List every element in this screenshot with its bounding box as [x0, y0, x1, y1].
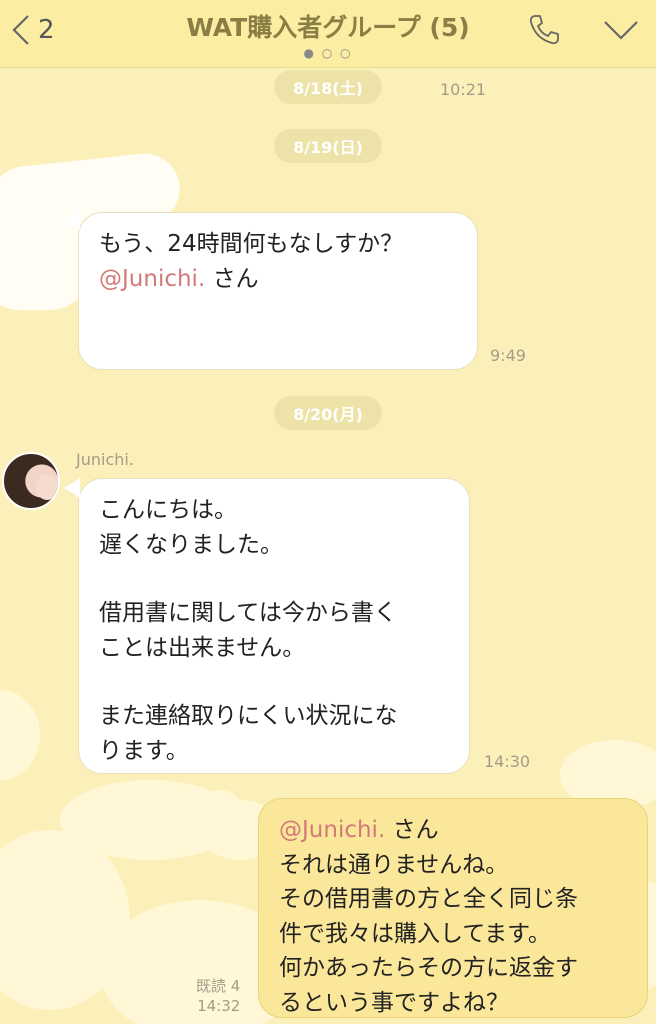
message-text: 借用書に関しては今から書く	[99, 600, 397, 626]
chevron-down-icon[interactable]	[602, 14, 640, 44]
message-text: もう、24時間何もなしすか？	[99, 231, 404, 257]
page-indicator: ● ○ ○	[303, 46, 353, 60]
message-text: @Junichi. さん	[99, 262, 457, 297]
bubble-tail	[64, 478, 80, 498]
message-text	[99, 665, 449, 699]
message-time: 10:21	[440, 80, 487, 99]
date-separator: 8/19(日)	[274, 129, 382, 163]
date-separator: 8/18(土)	[274, 70, 382, 104]
message-text: @Junichi. さん	[279, 813, 627, 848]
message-text: また連絡取りにくい状況にな	[99, 703, 398, 729]
chat-header: 2 WAT購入者グループ (5) ● ○ ○	[0, 0, 656, 68]
bubble-tail	[64, 210, 80, 230]
read-receipt: 既読 4 14:32	[196, 976, 240, 1017]
message-text: こんにちは。	[99, 497, 237, 523]
background-cloud	[0, 690, 40, 780]
read-count: 既読 4	[196, 977, 241, 995]
mention-suffix: さん	[385, 817, 439, 843]
avatar-face	[36, 474, 58, 500]
message-time: 14:32	[197, 997, 241, 1016]
date-label: 8/18(土)	[293, 79, 363, 98]
phone-icon[interactable]	[526, 12, 562, 48]
mention-link[interactable]: @Junichi.	[279, 817, 385, 843]
mention-link[interactable]: @Junichi.	[99, 266, 205, 292]
message-text: ことは出来ません。	[99, 634, 306, 661]
message-text: 何かあったらその方に返金す	[279, 955, 578, 981]
message-text: その借用書の方と全く同じ条	[279, 886, 578, 912]
message-text: 遅くなりました。	[99, 531, 283, 558]
message-bubble[interactable]: もう、24時間何もなしすか？ @Junichi. さん	[78, 212, 478, 370]
date-label: 8/19(日)	[293, 138, 363, 157]
sender-name: Junichi.	[76, 450, 134, 469]
message-bubble[interactable]: こんにちは。 遅くなりました。 借用書に関しては今から書く ことは出来ません。 …	[78, 478, 470, 774]
avatar[interactable]	[2, 452, 60, 510]
message-text: それは通りませんね。	[279, 851, 509, 878]
date-label: 8/20(月)	[293, 405, 363, 424]
message-text: 件で我々は購入してます。	[279, 920, 551, 947]
date-separator: 8/20(月)	[274, 396, 382, 430]
background-cloud	[200, 790, 240, 820]
message-text: ります。	[99, 737, 189, 764]
message-time: 14:30	[484, 752, 531, 771]
mention-suffix: さん	[205, 265, 259, 292]
my-message-bubble[interactable]: @Junichi. さん それは通りませんね。 その借用書の方と全く同じ条 件で…	[258, 798, 648, 1018]
message-text	[99, 562, 449, 596]
message-text: るという事ですよね？	[279, 989, 509, 1016]
message-time: 9:49	[490, 346, 526, 365]
